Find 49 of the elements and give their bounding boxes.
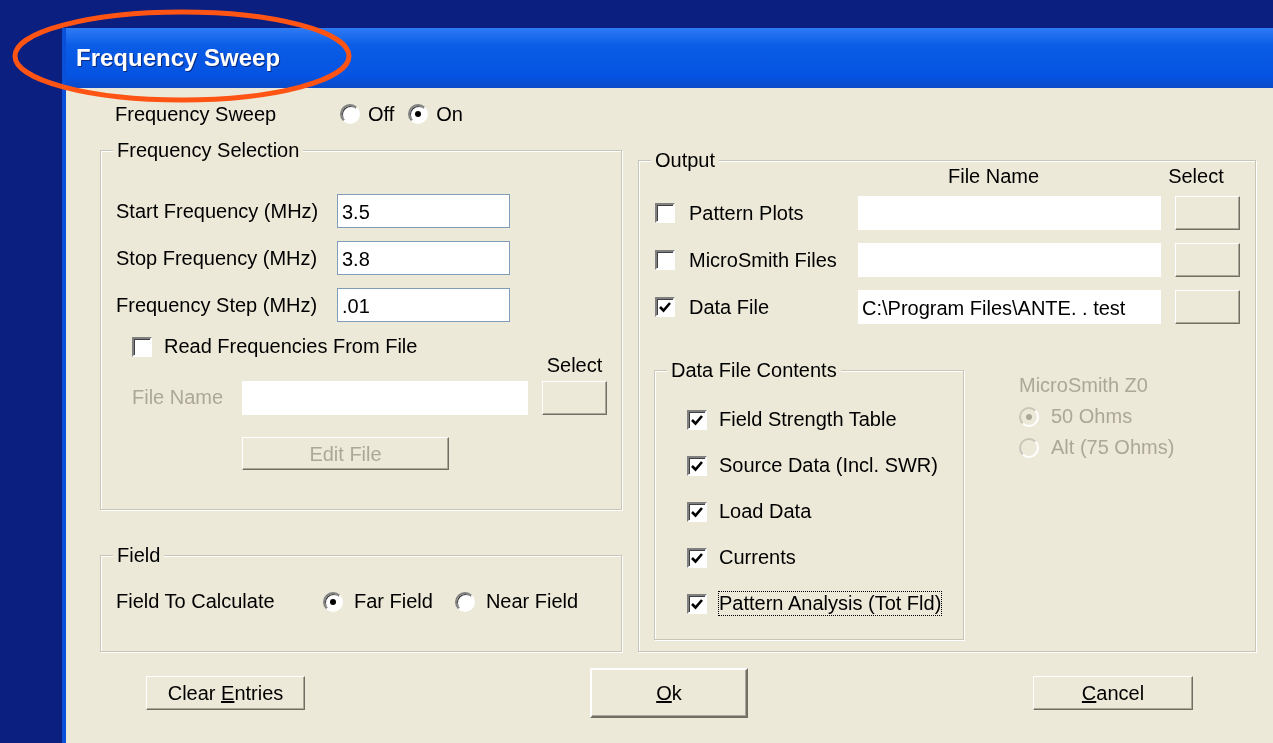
option-label: 50 Ohms [1051,405,1133,428]
window-title: Frequency Sweep [76,44,281,72]
checkbox[interactable] [687,501,707,522]
checkbox[interactable] [687,455,707,476]
checkbox-label: Data File [689,295,771,319]
field-label: File Name [132,386,225,409]
field-label: Start Frequency (MHz) [116,199,320,223]
dialog-button[interactable]: Clear Entries [146,676,305,710]
checkbox-label: MicroSmith Files [689,248,838,272]
checkbox-label: Pattern Analysis (Tot Fld) [719,592,942,615]
checkbox-label: Currents [719,546,796,569]
checkbox[interactable] [655,250,675,270]
field-label: Frequency Sweep [115,102,278,126]
column-label: Select [546,354,603,377]
checkbox-label: Source Data (Incl. SWR) [719,454,938,477]
checkbox[interactable] [655,297,675,317]
field-label: Frequency Step (MHz) [116,293,319,317]
select-button[interactable] [1175,196,1240,230]
checkbox[interactable] [687,547,707,568]
input-field[interactable] [858,196,1161,230]
checkbox-label: Load Data [719,500,812,523]
checkbox[interactable] [687,409,707,430]
option-label: Far Field [354,590,433,613]
checkbox-label: Pattern Plots [689,201,805,225]
ok-button[interactable]: Ok [590,668,748,718]
radio-button[interactable] [323,591,343,612]
field-label: Field To Calculate [116,590,276,613]
checkbox[interactable] [687,593,707,614]
input-field[interactable] [858,243,1161,277]
option-label: On [436,102,463,126]
option-label: Alt (75 Ohms) [1051,436,1175,459]
select-button[interactable] [1175,290,1240,324]
radio-button[interactable] [340,104,360,124]
checkbox[interactable] [655,203,675,223]
radio-button[interactable] [408,104,429,124]
dialog-button[interactable]: Cancel [1033,676,1193,710]
column-header: File Name [948,164,1040,188]
radio-button[interactable] [454,591,475,612]
checkbox-label: Field Strength Table [719,408,897,431]
checkbox-label: Read Frequencies From File [164,335,418,358]
select-button[interactable] [542,381,607,415]
option-label: Off [368,102,395,126]
option-label: Near Field [485,590,579,613]
column-header: Select [1168,164,1224,188]
input-field[interactable]: C:\Program Files\ANTE. . test [858,290,1161,324]
field-label: Stop Frequency (MHz) [116,246,319,270]
checkmark-icon [658,300,672,314]
group-label: MicroSmith Z0 [1019,374,1149,397]
select-button[interactable] [1175,243,1240,277]
